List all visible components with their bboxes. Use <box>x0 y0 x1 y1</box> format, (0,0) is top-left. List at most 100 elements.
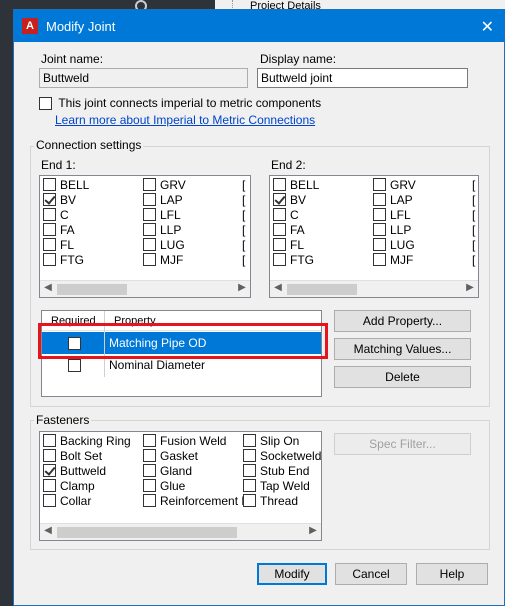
fastener-option-checkbox[interactable] <box>143 479 156 493</box>
list-item[interactable]: Buttweld <box>43 464 131 479</box>
list-item[interactable]: Thread <box>243 494 321 509</box>
list-item[interactable]: BV <box>43 193 89 208</box>
display-name-field[interactable]: Buttweld joint <box>257 68 468 88</box>
list-item[interactable]: GRV <box>373 178 416 193</box>
list-item[interactable]: Glue <box>143 479 250 494</box>
list-item[interactable]: Gland <box>143 464 250 479</box>
list-item[interactable]: Backing Ring <box>43 434 131 449</box>
list-item[interactable]: Socketweld <box>243 449 321 464</box>
fastener-option-checkbox[interactable] <box>243 449 256 463</box>
list-item[interactable]: LLP <box>143 223 186 238</box>
fastener-option-checkbox[interactable] <box>43 479 56 493</box>
fastener-option-checkbox[interactable] <box>43 434 56 448</box>
list-item[interactable]: MJF <box>143 253 186 268</box>
learn-more-link[interactable]: Learn more about Imperial to Metric Conn… <box>55 113 315 127</box>
list-item[interactable]: Collar <box>43 494 131 509</box>
end1-option-checkbox[interactable] <box>43 193 56 207</box>
fasteners-listbox[interactable]: Backing Ring Bolt Set Buttweld Clamp Collar … <box>39 431 322 541</box>
end1-option-checkbox[interactable] <box>43 208 56 222</box>
fastener-option-checkbox[interactable] <box>143 434 156 448</box>
end1-option-checkbox[interactable] <box>43 238 56 252</box>
list-item[interactable]: Fusion Weld <box>143 434 250 449</box>
scroll-thumb[interactable] <box>57 284 127 295</box>
list-item[interactable]: BELL <box>43 178 89 193</box>
end2-option-checkbox[interactable] <box>273 253 286 267</box>
close-icon[interactable]: ✕ <box>481 17 494 37</box>
scroll-left-icon[interactable]: ◀ <box>40 282 56 293</box>
end1-option-checkbox[interactable] <box>43 223 56 237</box>
modify-button[interactable]: Modify <box>257 563 327 585</box>
scroll-left-icon[interactable]: ◀ <box>40 525 56 536</box>
list-item[interactable]: Clamp <box>43 479 131 494</box>
imperial-metric-option[interactable]: This joint connects imperial to metric c… <box>39 96 321 111</box>
scroll-right-icon[interactable]: ▶ <box>305 525 321 536</box>
list-item[interactable]: LLP <box>373 223 416 238</box>
list-item[interactable]: Gasket <box>143 449 250 464</box>
scroll-thumb[interactable] <box>57 527 237 538</box>
help-button[interactable]: Help <box>416 563 488 585</box>
end1-option-checkbox[interactable] <box>143 178 156 192</box>
end2-option-checkbox[interactable] <box>273 193 286 207</box>
end1-option-checkbox[interactable] <box>43 178 56 192</box>
fasteners-horizontal-scrollbar[interactable]: ◀ ▶ <box>40 523 321 540</box>
list-item[interactable]: FTG <box>43 253 89 268</box>
end2-horizontal-scrollbar[interactable]: ◀ ▶ <box>270 280 478 297</box>
end1-option-checkbox[interactable] <box>143 208 156 222</box>
list-item[interactable]: C <box>273 208 319 223</box>
list-item[interactable]: MJF <box>373 253 416 268</box>
required-checkbox[interactable] <box>68 358 81 373</box>
list-item[interactable]: Stub End <box>243 464 321 479</box>
end1-option-checkbox[interactable] <box>143 253 156 267</box>
end2-option-checkbox[interactable] <box>373 238 386 252</box>
fastener-option-checkbox[interactable] <box>243 434 256 448</box>
spec-filter-button[interactable]: Spec Filter... <box>334 433 471 455</box>
end2-option-checkbox[interactable] <box>273 238 286 252</box>
end2-listbox[interactable]: BELL BV C FA FL FTG GRV LAP LFL LLP LUG MJF [[[[[[… <box>269 175 479 298</box>
add-property-button[interactable]: Add Property... <box>334 310 471 332</box>
joint-name-field[interactable]: Buttweld <box>39 68 248 88</box>
fastener-option-checkbox[interactable] <box>43 449 56 463</box>
list-item[interactable]: C <box>43 208 89 223</box>
list-item[interactable]: LAP <box>373 193 416 208</box>
title-bar[interactable]: A Modify Joint ✕ <box>14 10 504 42</box>
imperial-metric-checkbox[interactable] <box>39 97 52 111</box>
list-item[interactable]: Tap Weld <box>243 479 321 494</box>
scroll-thumb[interactable] <box>287 284 357 295</box>
list-item[interactable]: FA <box>43 223 89 238</box>
fastener-option-checkbox[interactable] <box>243 464 256 478</box>
fastener-option-checkbox[interactable] <box>143 449 156 463</box>
end1-option-checkbox[interactable] <box>143 223 156 237</box>
list-item[interactable]: FL <box>273 238 319 253</box>
end1-horizontal-scrollbar[interactable]: ◀ ▶ <box>40 280 250 297</box>
list-item[interactable]: Slip On <box>243 434 321 449</box>
list-item[interactable]: BELL <box>273 178 319 193</box>
end2-option-checkbox[interactable] <box>273 223 286 237</box>
delete-button[interactable]: Delete <box>334 366 471 388</box>
list-item[interactable]: LUG <box>373 238 416 253</box>
end2-option-checkbox[interactable] <box>373 178 386 192</box>
end2-option-checkbox[interactable] <box>373 223 386 237</box>
list-item[interactable]: Reinforcement R <box>143 494 250 509</box>
list-item[interactable]: LAP <box>143 193 186 208</box>
fastener-option-checkbox[interactable] <box>243 479 256 493</box>
list-item[interactable]: BV <box>273 193 319 208</box>
scroll-right-icon[interactable]: ▶ <box>234 282 250 293</box>
fastener-option-checkbox[interactable] <box>43 494 56 508</box>
list-item[interactable]: FA <box>273 223 319 238</box>
end2-option-checkbox[interactable] <box>373 253 386 267</box>
end1-option-checkbox[interactable] <box>143 193 156 207</box>
cancel-button[interactable]: Cancel <box>335 563 407 585</box>
list-item[interactable]: FTG <box>273 253 319 268</box>
end1-listbox[interactable]: BELL BV C FA FL FTG GRV LAP LFL LLP LUG MJF [[[[[[… <box>39 175 251 298</box>
end1-option-checkbox[interactable] <box>43 253 56 267</box>
fastener-option-checkbox[interactable] <box>143 494 156 508</box>
scroll-left-icon[interactable]: ◀ <box>270 282 286 293</box>
list-item[interactable]: LUG <box>143 238 186 253</box>
fastener-option-checkbox[interactable] <box>243 494 256 508</box>
fastener-option-checkbox[interactable] <box>43 464 56 478</box>
list-item[interactable]: LFL <box>373 208 416 223</box>
end2-option-checkbox[interactable] <box>273 178 286 192</box>
list-item[interactable]: LFL <box>143 208 186 223</box>
fastener-option-checkbox[interactable] <box>143 464 156 478</box>
end2-option-checkbox[interactable] <box>373 193 386 207</box>
